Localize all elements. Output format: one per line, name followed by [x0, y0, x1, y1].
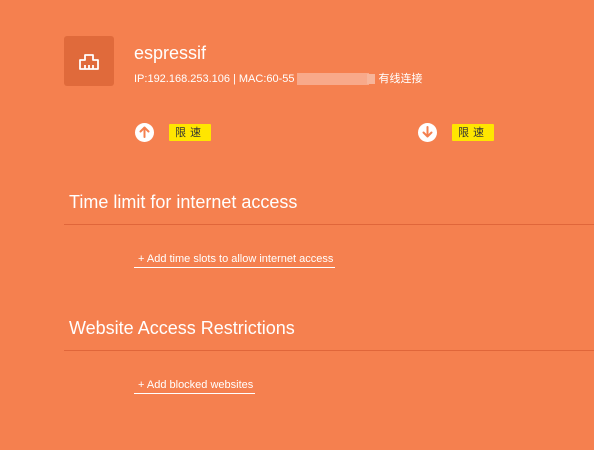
info-separator: | [233, 73, 236, 85]
section-divider [64, 224, 594, 225]
upload-speed-control: 限速 [135, 121, 211, 143]
add-time-slots-link[interactable]: + Add time slots to allow internet acces… [134, 252, 336, 268]
connection-type: 有线连接 [378, 73, 423, 85]
ethernet-port-icon [64, 36, 114, 86]
mac-redaction [296, 73, 375, 85]
mac-address: MAC:60-55 [238, 73, 295, 85]
add-blocked-websites-link[interactable]: + Add blocked websites [134, 378, 256, 394]
ip-address: IP:192.168.253.106 [134, 73, 231, 85]
website-restrictions-title: Website Access Restrictions [69, 318, 295, 338]
device-info: IP:192.168.253.106 | MAC:60-55 有线连接 [134, 72, 423, 86]
device-name: espressif [134, 43, 207, 63]
section-divider [64, 350, 594, 351]
device-detail-panel: espressif IP:192.168.253.106 | MAC:60-55… [0, 0, 594, 450]
arrow-up-circle-icon [135, 122, 154, 142]
upload-limit-button[interactable]: 限速 [169, 123, 211, 141]
download-speed-control: 限速 [418, 121, 494, 143]
download-limit-button[interactable]: 限速 [452, 123, 494, 141]
arrow-down-circle-icon [418, 122, 437, 142]
time-limit-title: Time limit for internet access [69, 192, 298, 212]
